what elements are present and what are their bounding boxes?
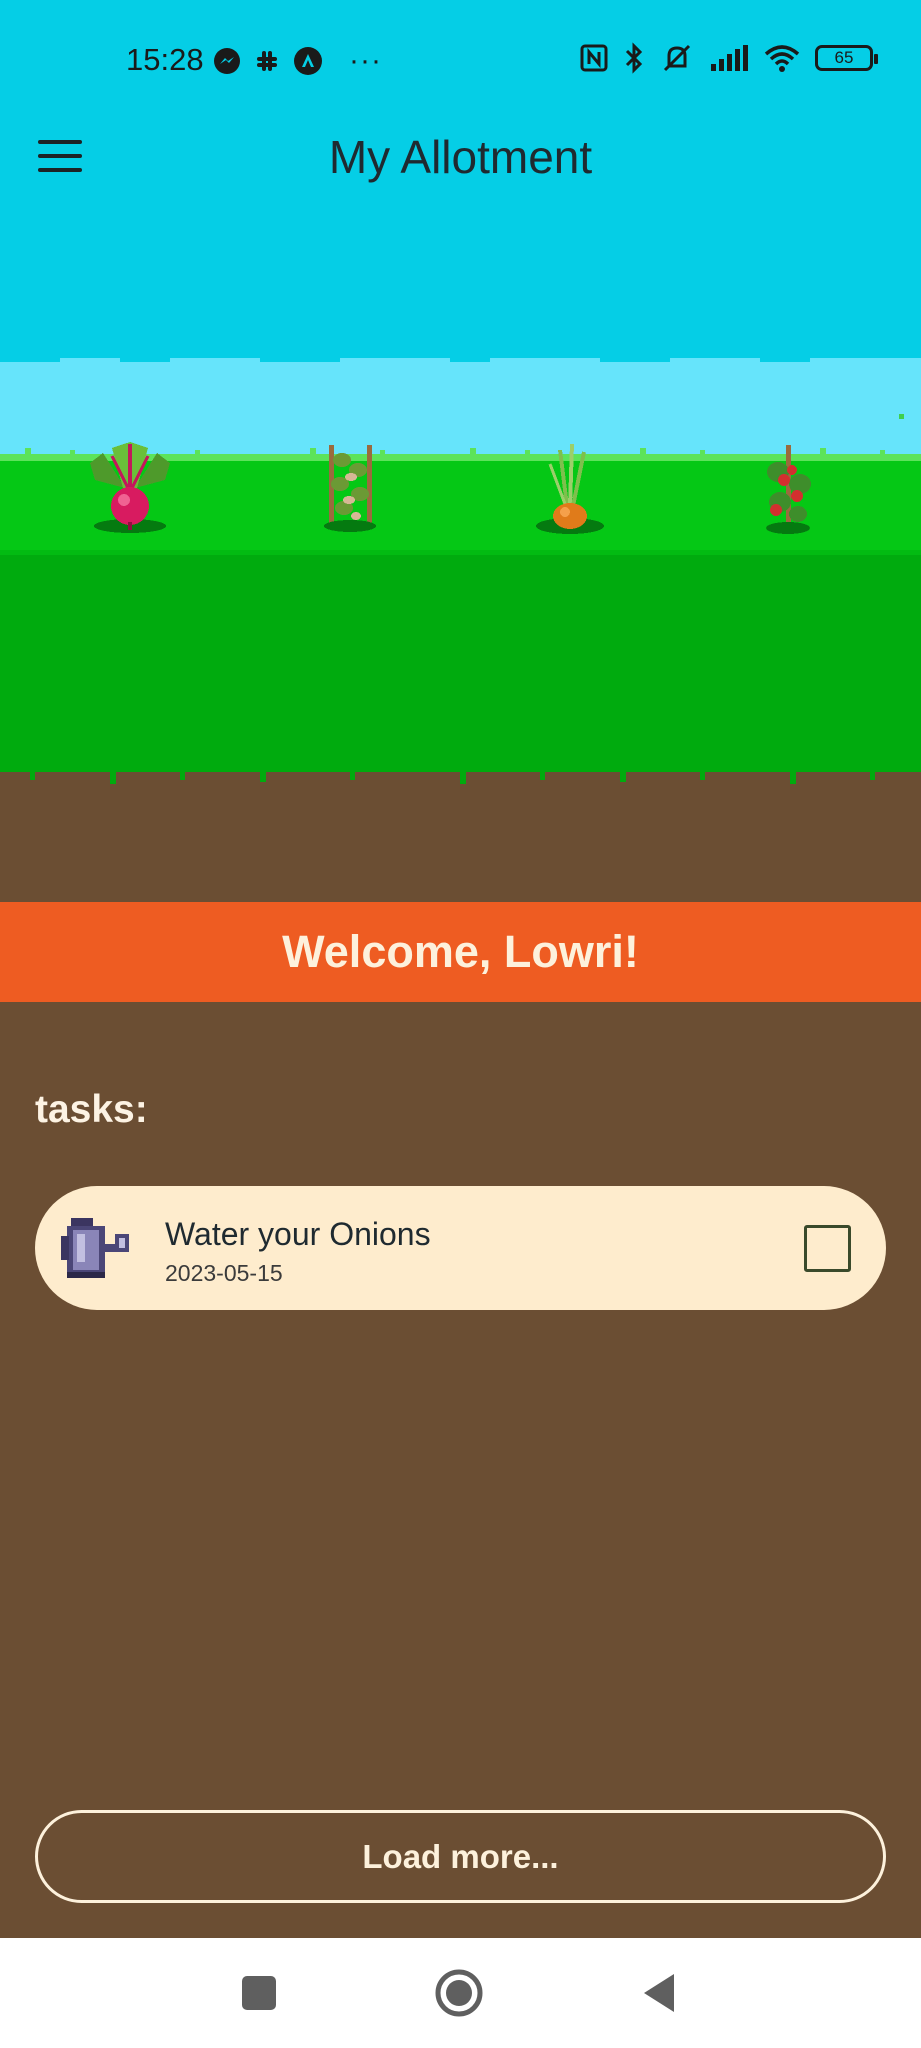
- nfc-icon: [580, 44, 608, 72]
- bluetooth-icon: [625, 42, 643, 74]
- more-notifications-indicator: ···: [349, 44, 382, 77]
- task-done-checkbox[interactable]: [804, 1225, 851, 1272]
- welcome-banner: Welcome, Lowri!: [0, 902, 921, 1002]
- page-title: My Allotment: [328, 131, 593, 183]
- tasks-heading: tasks:: [35, 1088, 148, 1131]
- signal-icon: [711, 45, 748, 71]
- status-time: 15:28: [126, 42, 204, 77]
- app-icon: [294, 47, 322, 75]
- task-date: 2023-05-15: [165, 1260, 283, 1286]
- task-title: Water your Onions: [165, 1216, 431, 1252]
- home-icon: [435, 1969, 483, 2017]
- back-button[interactable]: [636, 1968, 686, 2018]
- garden-scene: [0, 188, 921, 902]
- notification-icons: ···: [213, 44, 382, 78]
- watering-can-icon: [61, 1218, 129, 1278]
- battery-icon: 65: [815, 45, 878, 71]
- slack-icon: [257, 51, 277, 71]
- load-more-button[interactable]: Load more...: [35, 1810, 886, 1903]
- battery-level: 65: [834, 48, 854, 67]
- app-bar: My Allotment: [0, 120, 921, 188]
- recents-icon: [242, 1976, 276, 2010]
- mute-icon: [663, 44, 691, 72]
- home-button[interactable]: [434, 1968, 484, 2018]
- recents-button[interactable]: [234, 1968, 284, 2018]
- wifi-icon: [764, 45, 800, 72]
- messenger-icon: [214, 48, 240, 74]
- system-nav-bar: [0, 1938, 921, 2048]
- back-icon: [644, 1974, 674, 2012]
- status-bar: 15:28 ··· 65: [0, 0, 921, 120]
- system-icons: 65: [579, 42, 878, 74]
- task-item[interactable]: Water your Onions 2023-05-15: [35, 1186, 886, 1310]
